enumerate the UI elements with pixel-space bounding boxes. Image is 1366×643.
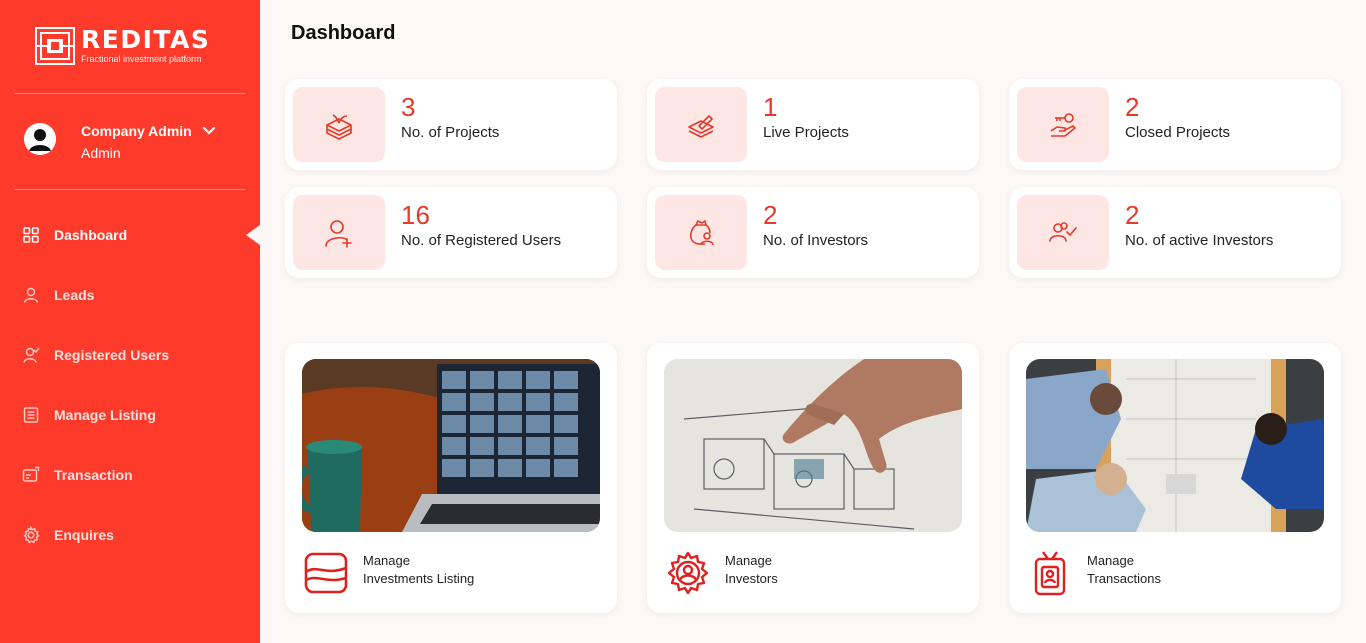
card-label-line1: Manage [363,553,410,568]
card-label-line1: Manage [725,553,772,568]
avatar-icon [24,123,56,155]
stat-icon-box [293,87,385,162]
video-call-image [302,359,600,532]
page-title: Dashboard [291,22,396,44]
avatar [24,123,56,155]
user-name: Company Admin [81,123,192,139]
sidebar-item-transaction[interactable]: Transaction [0,445,260,505]
stat-label: Live Projects [763,124,849,141]
stacked-box-icon [326,113,352,140]
sidebar-nav: Dashboard Leads Registered Users Manage … [0,205,260,565]
card-manage-investors[interactable]: Manage Investors [647,343,979,613]
users-check-icon [1049,221,1077,242]
stat-icon-box [293,195,385,270]
stat-card-active-investors[interactable]: 2 No. of active Investors [1009,187,1341,278]
stat-card-live-projects[interactable]: 1 Live Projects [647,79,979,170]
user-check-icon [23,347,40,363]
stat-value: 3 [401,92,416,122]
hand-key-icon [1050,112,1076,137]
user-plus-icon [325,219,352,248]
photo-blueprint-hand [664,359,962,532]
stat-label: No. of active Investors [1125,232,1274,249]
stat-card-investors[interactable]: 2 No. of Investors [647,187,979,278]
photo-team-meeting [1026,359,1324,532]
grid-icon [23,227,39,243]
list-icon [23,407,39,423]
sidebar-item-label: Manage Listing [54,407,156,423]
layers-icon [688,114,714,138]
stat-value: 16 [401,200,430,230]
divider [15,189,245,190]
gear-user-icon [667,551,709,595]
stat-label: No. of Projects [401,124,500,141]
sidebar-item-label: Dashboard [54,227,128,243]
user-role: Admin [81,145,121,161]
chevron-down-icon[interactable] [202,126,216,136]
card-label-line2: Transactions [1087,571,1161,586]
sidebar-item-manage-listing[interactable]: Manage Listing [0,385,260,445]
team-meeting-image [1026,359,1324,532]
image-frame-icon [304,552,348,594]
sidebar-item-enquires[interactable]: Enquires [0,505,260,565]
card-label: Manage Investors [725,552,778,588]
stat-card-projects[interactable]: 3 No. of Projects [285,79,617,170]
stat-label: No. of Registered Users [401,232,562,249]
stat-card-registered-users[interactable]: 16 No. of Registered Users [285,187,617,278]
stat-value: 2 [1125,200,1140,230]
blueprint-image [664,359,962,532]
stat-icon-box [1017,87,1109,162]
stat-card-closed-projects[interactable]: 2 Closed Projects [1009,79,1341,170]
sidebar-item-registered-users[interactable]: Registered Users [0,325,260,385]
user-menu[interactable]: Company Admin Admin [24,122,216,162]
card-manage-transactions[interactable]: Manage Transactions [1009,343,1341,613]
card-manage-investments-listing[interactable]: Manage Investments Listing [285,343,617,613]
sidebar-item-label: Transaction [54,467,133,483]
person-icon [23,287,39,303]
id-badge-icon [1034,551,1066,596]
card-label: Manage Transactions [1087,552,1161,588]
brand-tagline: Fractional investment platform [81,54,202,64]
sidebar-item-dashboard[interactable]: Dashboard [0,205,260,265]
sidebar: REDITAS Fractional investment platform C… [0,0,260,643]
card-label-line1: Manage [1087,553,1134,568]
logo-mark-icon [35,27,75,65]
card-label-line2: Investments Listing [363,571,475,586]
stat-label: No. of Investors [763,232,869,249]
stat-value: 1 [763,92,778,122]
sidebar-item-label: Enquires [54,527,114,543]
money-bag-icon [689,219,714,245]
divider [15,93,245,94]
stat-label: Closed Projects [1125,124,1231,141]
photo-video-call-laptop [302,359,600,532]
card-label: Manage Investments Listing [363,552,474,588]
stat-value: 2 [1125,92,1140,122]
transaction-icon [22,466,40,482]
stat-icon-box [655,195,747,270]
card-label-line2: Investors [725,571,778,586]
sidebar-item-label: Registered Users [54,347,170,363]
stat-icon-box [655,87,747,162]
gear-icon [23,526,40,544]
brand-name: REDITAS [81,25,211,54]
stat-value: 2 [763,200,778,230]
sidebar-item-leads[interactable]: Leads [0,265,260,325]
stat-icon-box [1017,195,1109,270]
sidebar-item-label: Leads [54,287,95,303]
brand-logo[interactable]: REDITAS Fractional investment platform [35,27,210,65]
